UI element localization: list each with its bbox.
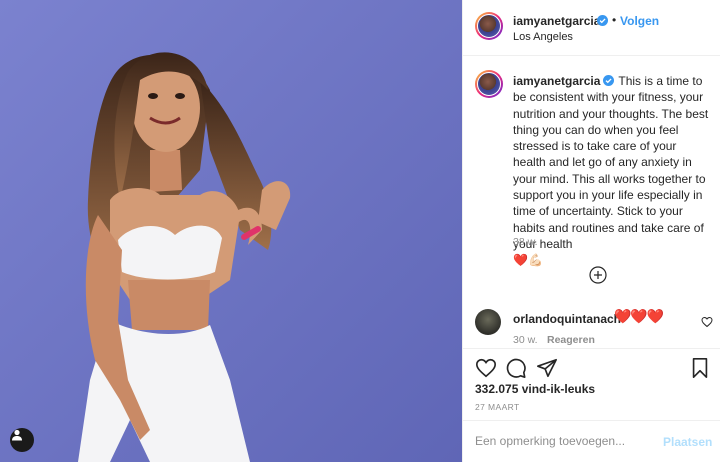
comment-timestamp: 30 w. — [513, 334, 538, 346]
post-panel: iamyanetgarcia • Volgen Los Angeles iamy… — [462, 0, 720, 462]
tagged-users-button[interactable] — [10, 428, 34, 452]
reply-button[interactable]: Reageren — [547, 334, 595, 346]
caption: iamyanetgarcia This is a time to be consi… — [513, 73, 711, 269]
comment-item: orlandoquintanach ❤️❤️❤️ 30 w. Reageren — [463, 304, 720, 348]
caption-area: iamyanetgarcia This is a time to be consi… — [463, 57, 720, 297]
avatar[interactable] — [475, 12, 503, 40]
post-date: 27 MAART — [475, 402, 520, 412]
comment-heart-icon[interactable] — [701, 316, 713, 328]
caption-body: This is a time to be consistent with you… — [513, 74, 709, 251]
caption-emojis: ❤️💪🏻 — [513, 253, 543, 268]
post-comment-button[interactable]: Plaatsen — [663, 435, 712, 449]
user-silhouette-icon — [12, 429, 22, 441]
action-bar: 332.075 vind-ik-leuks 27 MAART — [463, 348, 720, 420]
instagram-post: iamyanetgarcia • Volgen Los Angeles iamy… — [0, 0, 720, 462]
verified-badge-icon — [603, 75, 615, 86]
model-illustration — [0, 0, 462, 462]
comment-avatar[interactable] — [475, 309, 501, 335]
comment-username[interactable]: orlandoquintanach — [513, 312, 621, 326]
caption-timestamp: 38 w. — [513, 236, 538, 248]
caption-avatar[interactable] — [475, 70, 503, 98]
bookmark-icon[interactable] — [689, 357, 711, 379]
add-comment-section: Plaatsen — [463, 420, 720, 462]
share-icon[interactable] — [536, 357, 558, 379]
post-photo[interactable] — [0, 0, 462, 462]
likes-count[interactable]: 332.075 vind-ik-leuks — [475, 382, 595, 396]
location-link[interactable]: Los Angeles — [513, 31, 573, 43]
comment-input[interactable] — [475, 429, 655, 453]
follow-button[interactable]: Volgen — [620, 14, 659, 28]
comment-icon[interactable] — [505, 357, 527, 379]
heart-icon[interactable] — [475, 357, 497, 379]
load-more-comments-icon[interactable] — [589, 266, 607, 284]
comment-text: ❤️❤️❤️ — [614, 308, 664, 324]
verified-badge-icon — [597, 15, 608, 26]
separator-dot: • — [612, 13, 617, 27]
caption-username[interactable]: iamyanetgarcia — [513, 74, 600, 88]
post-header: iamyanetgarcia • Volgen Los Angeles — [463, 0, 720, 56]
header-username[interactable]: iamyanetgarcia — [513, 14, 600, 28]
